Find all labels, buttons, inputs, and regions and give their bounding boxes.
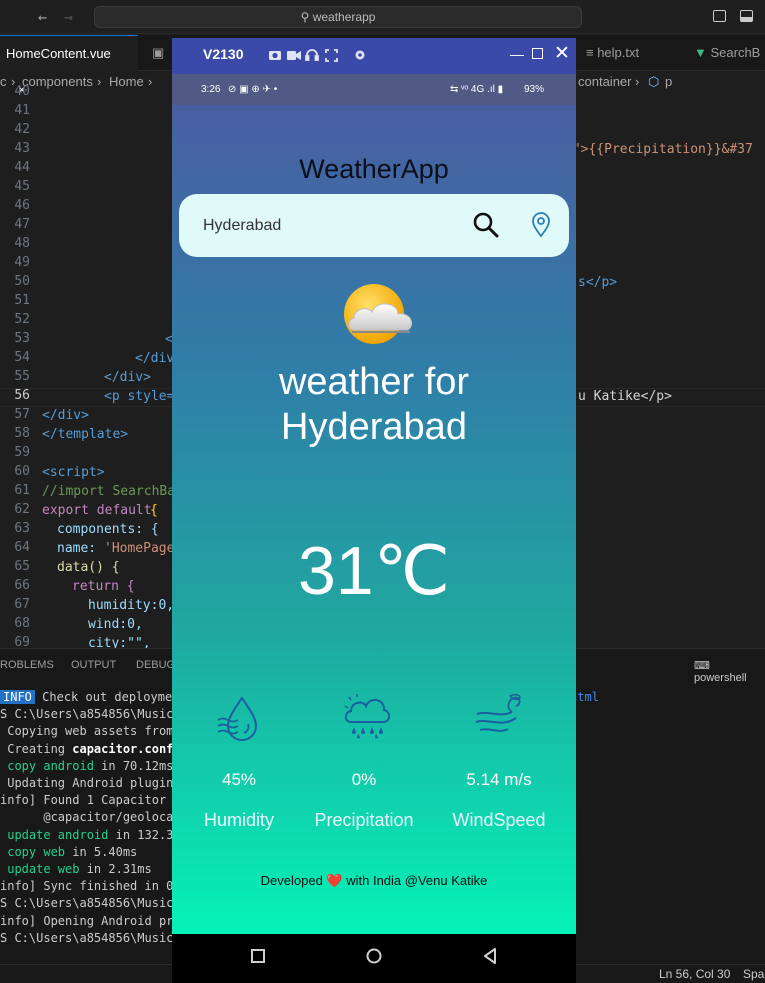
command-center-search[interactable]: ⚲ weatherapp [94,6,582,28]
terminal-line: info] Opening Android pro [0,913,181,928]
toggle-sidebar-icon[interactable] [713,10,726,22]
chevron-right-icon: › [635,74,640,89]
device-screen: 3:26 ⊘ ▣ ⊕ ✈ • ⇆ ᵛᵒ 4G .ıl ▮ 93% Weather… [172,74,576,983]
maximize-icon[interactable] [532,48,543,59]
wind-icon [475,693,521,732]
temperature-value: 31℃ [297,533,450,609]
line-number: 45 [14,179,30,194]
line-number: 59 [14,445,30,460]
terminal-line: update android in 132.38 [0,827,181,842]
minimize-icon[interactable]: — [510,46,524,62]
line-number: 51 [14,293,30,308]
line-number: 67 [14,597,30,612]
element-icon: ⬡ [648,74,660,89]
partly-cloudy-icon [344,284,413,344]
line-number: 54 [14,350,30,365]
terminal-line: update web in 2.31ms [0,862,152,876]
line-number: 65 [14,559,30,574]
emulator-tools-icons [269,49,365,62]
toggle-panel-icon[interactable] [740,10,753,22]
line-number: 53 [14,331,30,346]
terminal-line: INFO Check out deploymen ntml [0,689,599,706]
chevron-right-icon: › [97,74,102,89]
line-number: 62 [14,502,30,517]
line-number: 43 [14,141,30,156]
humidity-icon [217,696,258,741]
camera-icon[interactable] [269,51,281,60]
line-number: 49 [14,255,30,270]
line-number: 60 [14,464,30,479]
android-status-bar: 3:26 ⊘ ▣ ⊕ ✈ • ⇆ ᵛᵒ 4G .ıl ▮ 93% [172,74,576,105]
weather-app: 3:26 ⊘ ▣ ⊕ ✈ • ⇆ ᵛᵒ 4G .ıl ▮ 93% Weather… [172,74,576,934]
back-icon[interactable] [482,947,498,965]
settings-icon[interactable] [355,50,365,60]
rain-cloud-icon [344,694,391,739]
close-icon[interactable]: ✕ [554,42,570,65]
file-icon: ≡ [586,45,598,60]
terminal-line: info] Found 1 Capacitor p [0,793,181,808]
line-number: 57 [14,407,30,422]
heart-icon: ❤️ [326,873,343,888]
vue-icon: ▼ [694,45,711,60]
line-number: 66 [14,578,30,593]
line-number: 44 [14,160,30,175]
headset-icon[interactable] [305,49,319,61]
line-number: 63 [14,521,30,536]
tab-preview-icon[interactable]: ▣ [146,35,172,71]
terminal-line: S C:\Users\a854856\Music\ [0,896,181,911]
line-number: 55 [14,369,30,384]
arrow-right-icon[interactable]: → [64,8,73,26]
tab-searchbar[interactable]: ▼ SearchB [688,35,765,71]
terminal-line: copy android in 70.12ms [0,758,174,773]
tab-help[interactable]: ≡ help.txt [580,35,686,71]
video-icon[interactable] [287,51,301,60]
line-number: 58 [14,426,30,441]
line-number: 47 [14,217,30,232]
terminal-line: S C:\Users\a854856\Music\ [0,707,181,722]
terminal-line: Updating Android plugins [0,776,181,790]
line-number: 46 [14,198,30,213]
search-icon: ⚲ [300,10,313,24]
terminal-line: copy web in 5.40ms [0,844,138,859]
android-nav-bar [172,934,576,983]
terminal-icon: ⌨ [694,660,710,672]
fullscreen-icon[interactable] [325,49,338,62]
line-number: 64 [14,540,30,555]
vscode-titlebar: ← → ⚲ weatherapp [0,0,765,34]
city-search-input[interactable] [203,194,453,257]
line-number: 68 [14,616,30,631]
line-number: 42 [14,122,30,137]
terminal-line: info] Sync finished in 0. [0,879,181,894]
arrow-left-icon[interactable]: ← [38,8,47,26]
weather-heading: weather for Hyderabad [278,361,470,448]
line-number: 41 [14,103,30,118]
chevron-right-icon: › [148,74,153,89]
home-icon[interactable] [365,947,383,965]
tab-homecontent[interactable]: HomeContent.vue × [0,35,138,97]
location-pin-icon[interactable] [531,212,551,238]
android-emulator-window: V2130 — ✕ 3:26 ⊘ ▣ ⊕ ✈ • ⇆ ᵛᵒ 4G .ıl ▮ 9… [172,38,576,983]
terminal-line: Copying web assets from [0,724,174,739]
terminal-line: @capacitor/geolocat [0,810,181,825]
city-search-bar [179,194,569,257]
line-number: 50 [14,274,30,289]
app-title: WeatherApp [299,154,449,184]
recents-icon[interactable] [250,948,266,964]
line-number: 48 [14,236,30,251]
search-icon[interactable] [473,212,499,238]
developer-footer: Developed ❤️ with India @Venu Katike [260,873,488,888]
line-number: 52 [14,312,30,327]
line-number: 40 [14,84,30,99]
terminal-shell-selector[interactable]: ⌨ powershell [694,659,765,684]
emulator-toolbar: V2130 — ✕ [172,38,576,74]
terminal-line: S C:\Users\a854856\Music\ [0,930,181,945]
line-number: 61 [14,483,30,498]
terminal-line: Creating capacitor.confi [0,741,181,756]
